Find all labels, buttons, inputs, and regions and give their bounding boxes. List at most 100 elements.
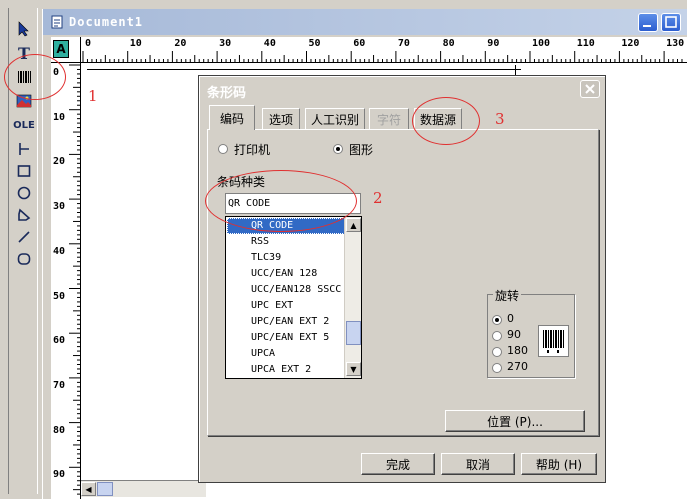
- ruler-tick-label: 60: [53, 335, 66, 347]
- ruler-tick-label: 40: [53, 245, 66, 257]
- rotation-radio-180[interactable]: [492, 347, 502, 357]
- printer-radio[interactable]: [218, 144, 228, 154]
- help-button-label: 帮助 (H): [535, 457, 583, 472]
- maximize-button[interactable]: [661, 13, 681, 32]
- list-item[interactable]: UPCA EXT 2: [227, 362, 345, 378]
- list-item[interactable]: TLC39: [227, 250, 345, 266]
- tab-human-readable[interactable]: 人工识别: [305, 108, 365, 130]
- ruler-tick-label: 90: [487, 38, 500, 49]
- ruler-tick-label: 0: [85, 38, 92, 49]
- ole-label: OLE: [13, 119, 35, 131]
- list-scrollbar[interactable]: ▲ ▼: [344, 217, 361, 378]
- ok-button-label: 完成: [385, 457, 410, 472]
- polygon-icon[interactable]: [12, 204, 36, 226]
- ok-button[interactable]: 完成: [361, 453, 435, 475]
- rotation-label: 旋转: [493, 287, 522, 304]
- horizontal-scrollbar[interactable]: ◀: [81, 480, 206, 497]
- ruler-tick-label: 70: [53, 379, 66, 391]
- list-item[interactable]: UCC/EAN128 SSCC: [227, 282, 345, 298]
- ruler-tick-label: 40: [263, 38, 276, 49]
- ruler-tick-label: 80: [442, 38, 455, 49]
- page-right-edge: [515, 65, 516, 75]
- tab-options-label: 选项: [268, 113, 293, 127]
- annotation-circle-3: [412, 97, 480, 145]
- close-icon: [585, 84, 595, 94]
- cancel-button-label: 取消: [465, 457, 490, 472]
- position-button-label: 位置 (P)...: [487, 414, 543, 429]
- ellipse-icon[interactable]: [12, 182, 36, 204]
- rotation-radio-90[interactable]: [492, 331, 502, 341]
- dialog-titlebar: 条形码: [201, 78, 603, 101]
- list-item[interactable]: UCC/EAN 128: [227, 266, 345, 282]
- arrow-pointer-icon[interactable]: [12, 18, 36, 40]
- list-item[interactable]: UPC/EAN EXT 2: [227, 314, 345, 330]
- vertical-ruler: 0 10 20 30 40 50 60 70 80 90: [51, 63, 81, 499]
- ruler-tick-label: 20: [53, 156, 66, 168]
- ruler-tick-label: 80: [53, 424, 66, 436]
- rounded-rectangle-icon[interactable]: [12, 248, 36, 270]
- horizontal-ruler: 0 10 20 30 40 50 60 70 80 90 100 110 120 130: [81, 37, 687, 63]
- tab-encoding[interactable]: 编码: [209, 105, 255, 130]
- scroll-thumb[interactable]: [97, 482, 113, 496]
- ruler-corner-label: A: [53, 40, 69, 58]
- window-title: Document1: [69, 15, 144, 29]
- printer-radio-label: 打印机: [234, 143, 271, 157]
- line-marker-icon[interactable]: [12, 138, 36, 160]
- ruler-tick-label: 50: [53, 290, 66, 302]
- cancel-button[interactable]: 取消: [441, 453, 515, 475]
- ruler-tick-label: 60: [353, 38, 366, 49]
- ruler-tick-label: 120: [621, 38, 640, 49]
- annotation-number-3: 3: [495, 110, 505, 128]
- annotation-circle-2: [205, 170, 357, 232]
- graphic-radio[interactable]: [333, 144, 343, 154]
- barcode-dialog: 条形码 编码 选项 人工识别 字符 数据源 打印机 图形 条码种类 QR COD…: [198, 75, 606, 483]
- annotation-number-1: 1: [88, 87, 98, 105]
- rotation-label-180: 180: [507, 344, 528, 357]
- barcode-preview: [538, 325, 569, 357]
- rotation-radio-270[interactable]: [492, 363, 502, 373]
- close-button[interactable]: [580, 80, 600, 98]
- help-button[interactable]: 帮助 (H): [521, 453, 597, 475]
- graphic-radio-label: 图形: [349, 143, 374, 157]
- scroll-left-button[interactable]: ◀: [81, 482, 96, 496]
- ole-icon[interactable]: OLE: [12, 114, 36, 136]
- ruler-tick-label: 70: [397, 38, 410, 49]
- ruler-tick-label: 100: [532, 38, 551, 49]
- rotation-label-90: 90: [507, 328, 521, 341]
- tab-human-readable-label: 人工识别: [310, 113, 359, 127]
- ruler-tick-label: 110: [576, 38, 595, 49]
- ruler-tick-label: 20: [174, 38, 187, 49]
- annotation-number-2: 2: [373, 189, 383, 207]
- list-item[interactable]: UPC/EAN EXT 5: [227, 330, 345, 346]
- list-item[interactable]: UPC EXT: [227, 298, 345, 314]
- ruler-tick-label: 130: [666, 38, 685, 49]
- page-top-edge: [87, 69, 521, 70]
- chevron-down-icon[interactable]: ▼: [346, 362, 361, 376]
- dialog-title: 条形码: [207, 86, 247, 101]
- list-item[interactable]: RSS: [227, 234, 345, 250]
- ruler-tick-label: 50: [308, 38, 321, 49]
- barcode-type-list[interactable]: QR CODE RSS TLC39 UCC/EAN 128 UCC/EAN128…: [225, 216, 362, 379]
- diagonal-line-icon[interactable]: [12, 226, 36, 248]
- minimize-button[interactable]: [638, 13, 658, 32]
- tab-characters[interactable]: 字符: [369, 108, 409, 130]
- rectangle-icon[interactable]: [12, 160, 36, 182]
- rotation-label-270: 270: [507, 360, 528, 373]
- rotation-label-0: 0: [507, 312, 514, 325]
- ruler-tick-label: 30: [219, 38, 232, 49]
- rotation-group: 旋转 0 90 180 270: [487, 287, 575, 378]
- list-scroll-thumb[interactable]: [346, 321, 361, 345]
- rotation-radio-0[interactable]: [492, 315, 502, 325]
- ruler-tick-label: 10: [129, 38, 142, 49]
- document-titlebar: Document1: [43, 9, 687, 35]
- ruler-tick-label: 30: [53, 201, 66, 213]
- chevron-up-icon[interactable]: ▲: [346, 218, 361, 232]
- position-button[interactable]: 位置 (P)...: [445, 410, 585, 432]
- tab-encoding-label: 编码: [219, 111, 244, 126]
- ruler-tick-label: 90: [53, 469, 66, 481]
- annotation-circle-1: [4, 54, 66, 100]
- list-item[interactable]: UPCA: [227, 346, 345, 362]
- ruler-tick-label: 10: [53, 111, 66, 123]
- document-icon: [51, 15, 63, 29]
- tab-options[interactable]: 选项: [262, 108, 300, 130]
